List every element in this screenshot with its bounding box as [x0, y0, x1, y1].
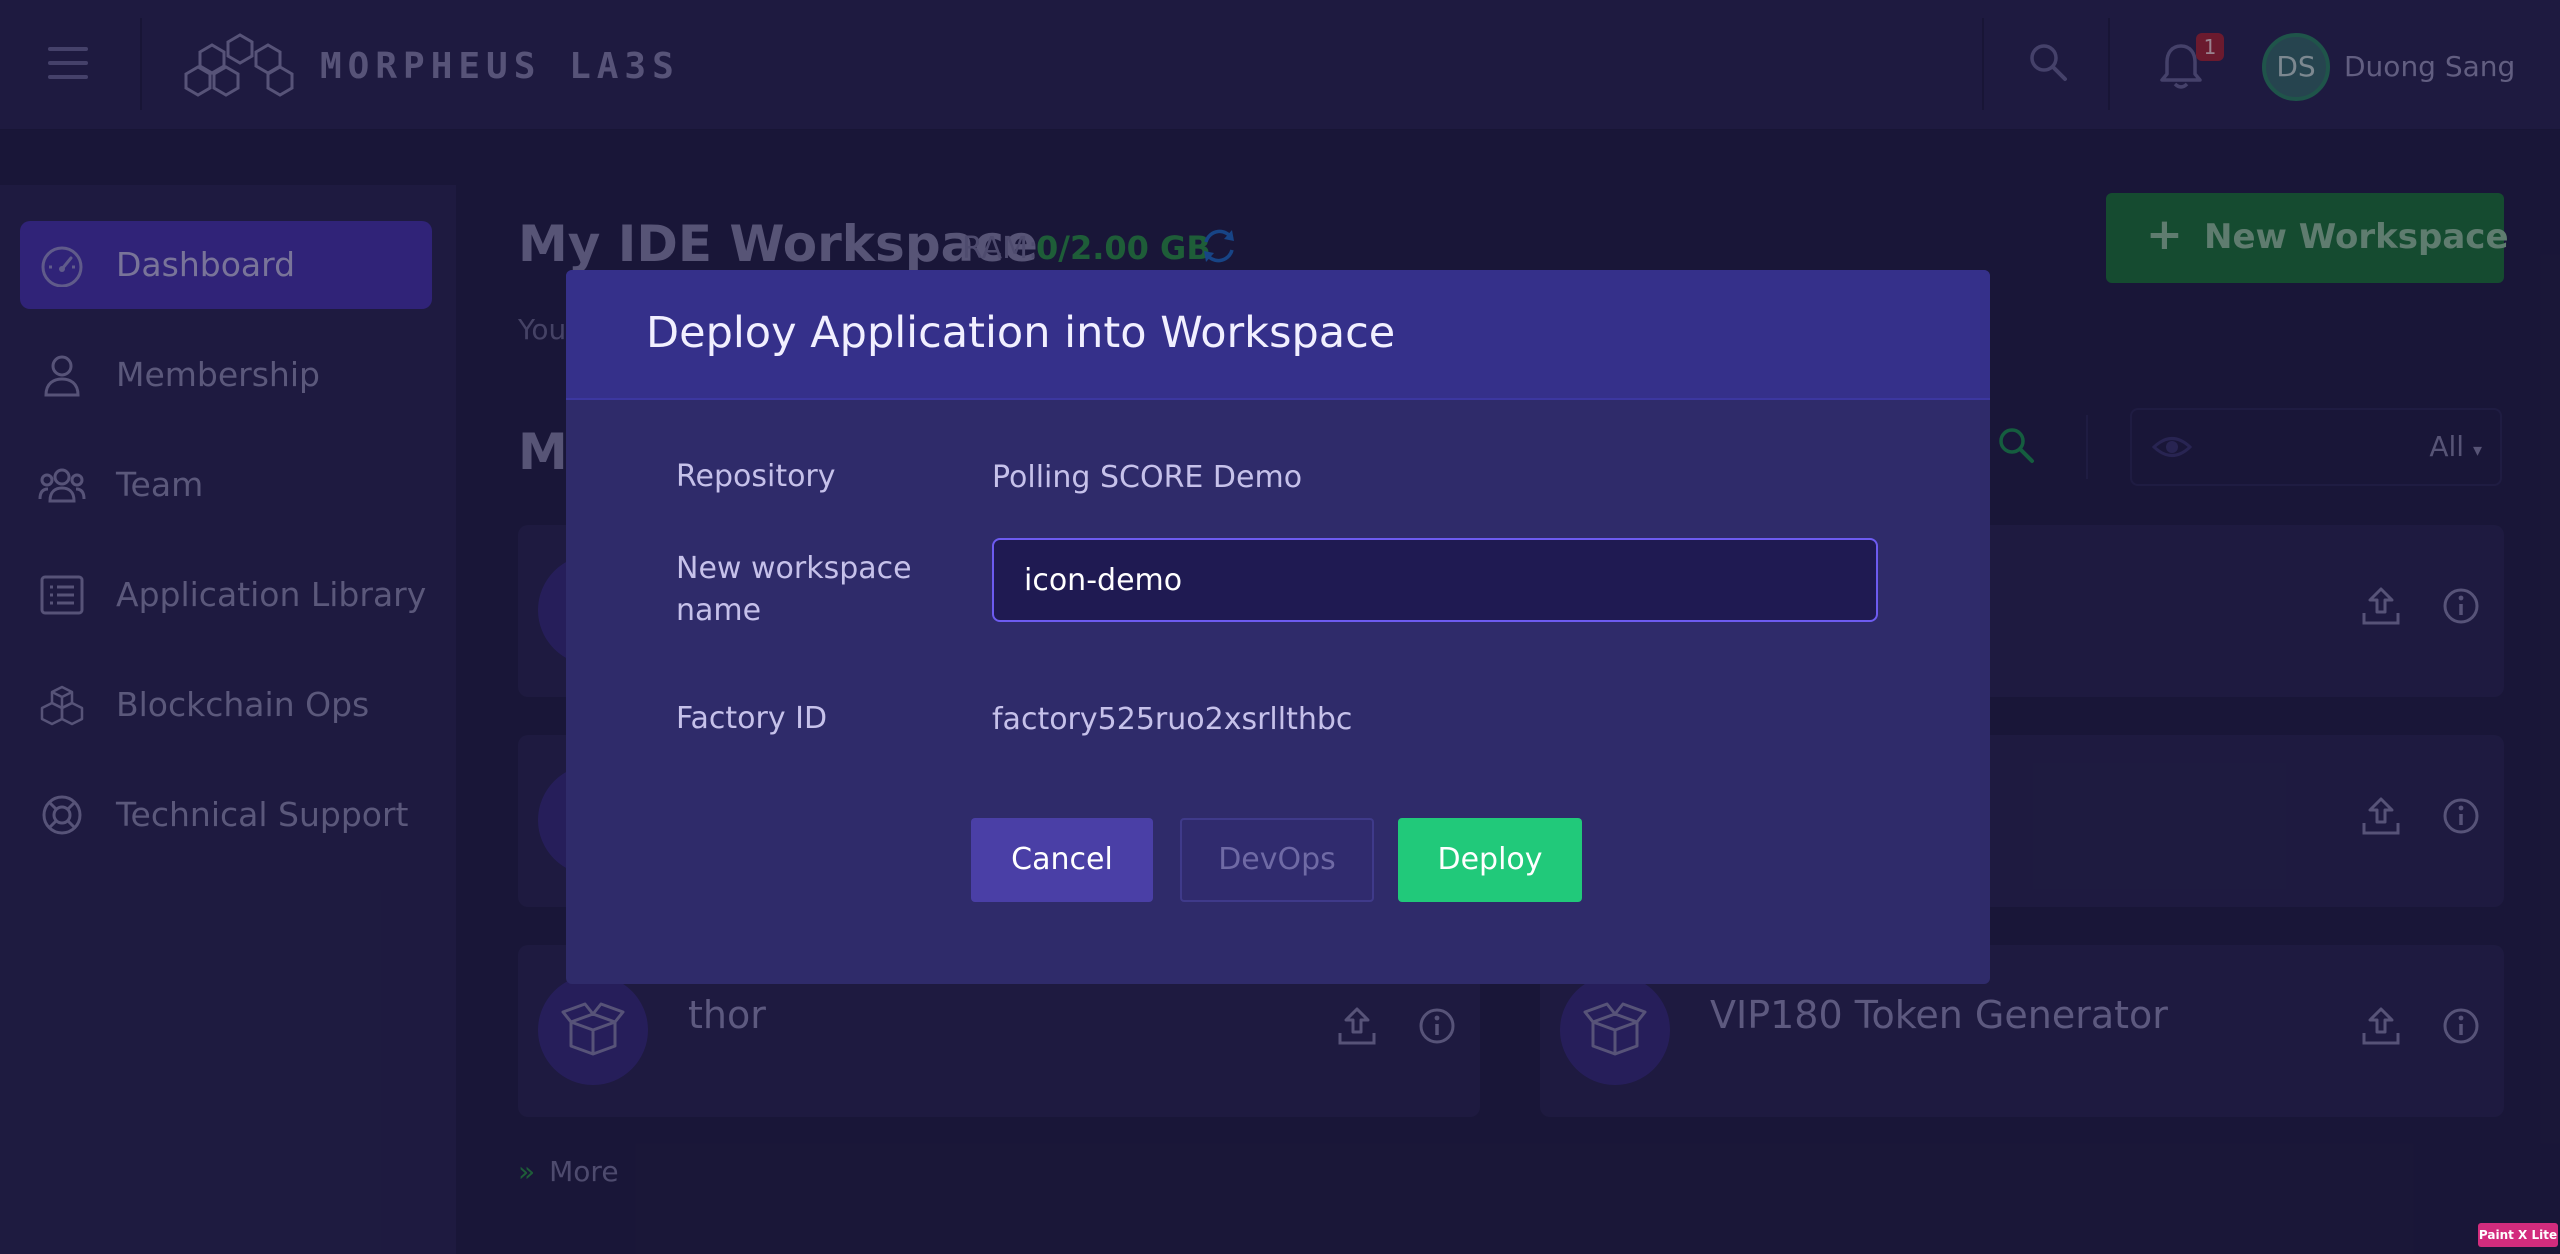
- factory-id-label: Factory ID: [676, 701, 828, 736]
- modal-header: Deploy Application into Workspace: [566, 270, 1990, 400]
- cancel-button[interactable]: Cancel: [971, 818, 1153, 902]
- workspace-name-label: New workspace name: [676, 548, 912, 632]
- workspace-name-label-line: name: [676, 593, 762, 628]
- workspace-name-label-line: New workspace: [676, 551, 912, 586]
- watermark-badge: Paint X Lite: [2478, 1223, 2558, 1247]
- repository-value: Polling SCORE Demo: [992, 460, 1303, 495]
- modal-title: Deploy Application into Workspace: [646, 308, 1396, 358]
- devops-button[interactable]: DevOps: [1180, 818, 1374, 902]
- app-window: MORPHEUS LA3S 1 DS Duong Sang Dashboard: [0, 0, 2560, 1254]
- workspace-name-input[interactable]: [992, 538, 1878, 622]
- repository-label: Repository: [676, 459, 836, 494]
- deploy-modal: Deploy Application into Workspace Reposi…: [566, 270, 1990, 984]
- factory-id-value: factory525ruo2xsrllthbc: [992, 702, 1353, 737]
- deploy-button[interactable]: Deploy: [1398, 818, 1582, 902]
